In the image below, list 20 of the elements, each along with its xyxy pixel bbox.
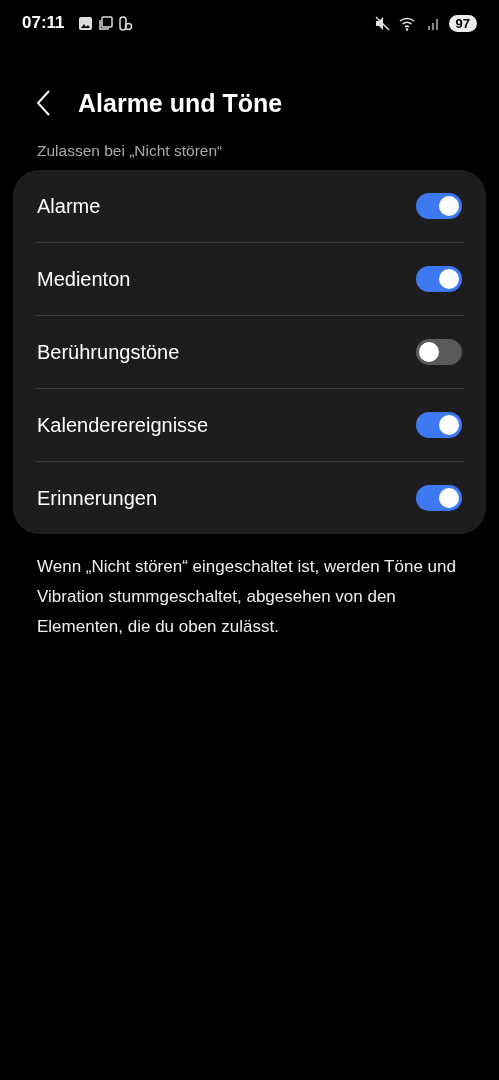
setting-label: Berührungstöne: [37, 340, 180, 364]
app-icon: [117, 15, 133, 31]
battery-level: 97: [448, 14, 477, 32]
toggle-switch[interactable]: [416, 193, 462, 219]
setting-label: Medienton: [37, 267, 131, 291]
setting-label: Alarme: [37, 194, 101, 218]
section-label: Zulassen bei „Nicht stören“: [36, 141, 224, 161]
toggle-switch[interactable]: [416, 412, 462, 438]
toggle-switch[interactable]: [416, 339, 462, 365]
image-icon: [77, 15, 93, 31]
setting-label: Erinnerungen: [37, 486, 158, 510]
mute-icon: [374, 15, 391, 31]
info-text: Wenn „Nicht stören“ eingeschaltet ist, werden Töne und Vibration stummgeschaltet, abgesehen von den Elementen, die du oben zulässt.: [36, 556, 457, 638]
toggle-switch[interactable]: [416, 485, 462, 511]
signal-icon: [426, 16, 441, 30]
page-title: Alarme und Töne: [78, 88, 283, 118]
setting-label: Kalenderereignisse: [37, 413, 209, 437]
copy-icon: [97, 15, 113, 31]
clock: 07:11: [22, 13, 65, 33]
toggle-switch[interactable]: [416, 266, 462, 292]
